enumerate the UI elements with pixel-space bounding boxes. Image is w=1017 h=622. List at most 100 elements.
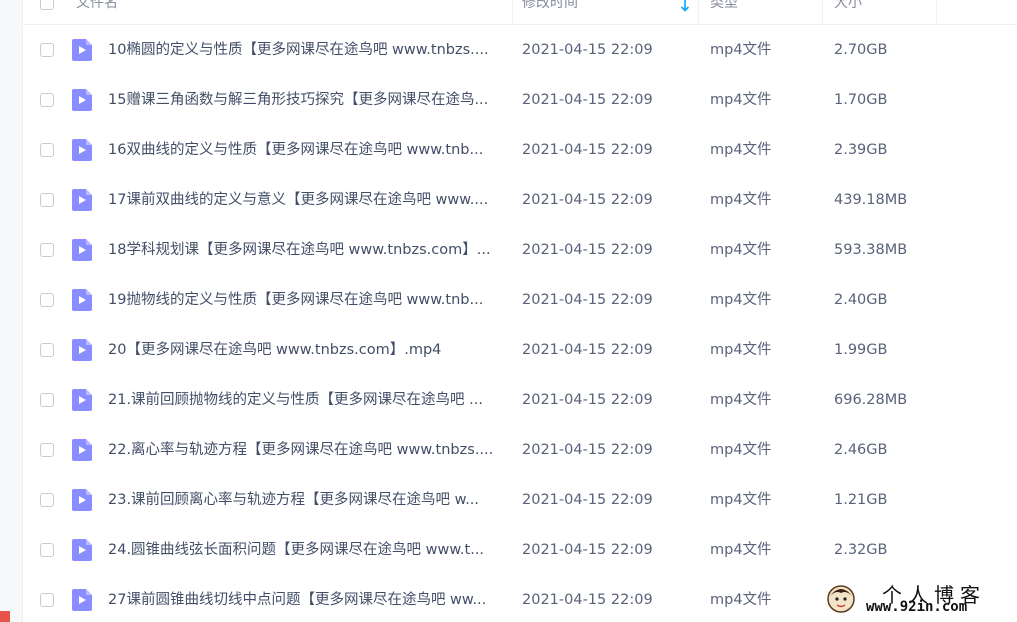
table-row[interactable]: 22.离心率与轨迹方程【更多网课尽在途鸟吧 www.tnbzs.... 2021… [22,425,1017,475]
file-size: 1.21GB [834,492,888,508]
header-name[interactable]: 文件名 [76,0,118,15]
header-size[interactable]: 大小 [834,0,862,15]
file-type: mp4文件 [710,142,772,158]
sort-desc-icon[interactable] [680,0,690,14]
header-time[interactable]: 修改时间 [522,0,578,15]
file-name[interactable]: 17课前双曲线的定义与意义【更多网课尽在途鸟吧 www.... [108,175,508,225]
left-sidebar-edge [0,0,23,622]
table-row[interactable]: 21.课前回顾抛物线的定义与性质【更多网课尽在途鸟吧 ... 2021-04-1… [22,375,1017,425]
file-type: mp4文件 [710,242,772,258]
file-type: mp4文件 [710,292,772,308]
file-size: 1.99GB [834,342,888,358]
row-checkbox[interactable] [40,143,54,157]
file-name[interactable]: 21.课前回顾抛物线的定义与性质【更多网课尽在途鸟吧 ... [108,375,508,425]
file-size: 2.40GB [834,292,888,308]
video-file-icon [72,539,92,561]
blog-watermark: 个人博客 www.92in.com [826,581,1006,619]
file-name[interactable]: 16双曲线的定义与性质【更多网课尽在途鸟吧 www.tnb... [108,125,508,175]
row-checkbox[interactable] [40,243,54,257]
table-row[interactable]: 24.圆锥曲线弦长面积问题【更多网课尽在途鸟吧 www.t... 2021-04… [22,525,1017,575]
file-size: 439.18MB [834,192,908,208]
video-file-icon [72,89,92,111]
file-modified-time: 2021-04-15 22:09 [522,442,653,458]
row-checkbox[interactable] [40,393,54,407]
file-modified-time: 2021-04-15 22:09 [522,42,653,58]
file-size: 2.32GB [834,542,888,558]
header-type[interactable]: 类型 [710,0,738,15]
row-checkbox[interactable] [40,443,54,457]
file-name[interactable]: 22.离心率与轨迹方程【更多网课尽在途鸟吧 www.tnbzs.... [108,425,508,475]
row-checkbox[interactable] [40,193,54,207]
video-file-icon [72,339,92,361]
file-type: mp4文件 [710,392,772,408]
file-modified-time: 2021-04-15 22:09 [522,592,653,608]
video-file-icon [72,139,92,161]
table-row[interactable]: 17课前双曲线的定义与意义【更多网课尽在途鸟吧 www.... 2021-04-… [22,175,1017,225]
file-type: mp4文件 [710,192,772,208]
file-name[interactable]: 19抛物线的定义与性质【更多网课尽在途鸟吧 www.tnb... [108,275,508,325]
file-modified-time: 2021-04-15 22:09 [522,242,653,258]
file-modified-time: 2021-04-15 22:09 [522,142,653,158]
video-file-icon [72,239,92,261]
file-name[interactable]: 27课前圆锥曲线切线中点问题【更多网课尽在途鸟吧 ww... [108,575,508,622]
column-separator [822,0,823,24]
row-checkbox[interactable] [40,93,54,107]
column-separator [936,0,937,24]
table-header: 文件名 修改时间 类型 大小 [22,0,1017,25]
video-file-icon [72,389,92,411]
file-type: mp4文件 [710,92,772,108]
video-file-icon [72,289,92,311]
table-row[interactable]: 19抛物线的定义与性质【更多网课尽在途鸟吧 www.tnb... 2021-04… [22,275,1017,325]
video-file-icon [72,589,92,611]
watermark-url: www.92in.com [866,599,968,615]
file-modified-time: 2021-04-15 22:09 [522,342,653,358]
row-checkbox[interactable] [40,293,54,307]
sidebar-indicator [0,611,10,622]
file-name[interactable]: 24.圆锥曲线弦长面积问题【更多网课尽在途鸟吧 www.t... [108,525,508,575]
file-size: 2.39GB [834,142,888,158]
file-name[interactable]: 15赠课三角函数与解三角形技巧探究【更多网课尽在途鸟... [108,75,508,125]
file-type: mp4文件 [710,492,772,508]
file-size: 2.70GB [834,42,888,58]
file-size: 1.70GB [834,92,888,108]
row-checkbox[interactable] [40,343,54,357]
table-row[interactable]: 15赠课三角函数与解三角形技巧探究【更多网课尽在途鸟... 2021-04-15… [22,75,1017,125]
file-size: 696.28MB [834,392,908,408]
file-modified-time: 2021-04-15 22:09 [522,492,653,508]
file-type: mp4文件 [710,42,772,58]
file-size: 593.38MB [834,242,908,258]
file-name[interactable]: 20【更多网课尽在途鸟吧 www.tnbzs.com】.mp4 [108,325,508,375]
file-modified-time: 2021-04-15 22:09 [522,192,653,208]
file-type: mp4文件 [710,342,772,358]
video-file-icon [72,439,92,461]
table-row[interactable]: 20【更多网课尽在途鸟吧 www.tnbzs.com】.mp4 2021-04-… [22,325,1017,375]
file-modified-time: 2021-04-15 22:09 [522,292,653,308]
table-row[interactable]: 18学科规划课【更多网课尽在途鸟吧 www.tnbzs.com】... 2021… [22,225,1017,275]
file-modified-time: 2021-04-15 22:09 [522,392,653,408]
file-table: 文件名 修改时间 类型 大小 10椭圆的定义与性质【更多网课尽在途鸟吧 www.… [22,0,1017,622]
file-name[interactable]: 23.课前回顾离心率与轨迹方程【更多网课尽在途鸟吧 w... [108,475,508,525]
row-checkbox[interactable] [40,43,54,57]
file-type: mp4文件 [710,542,772,558]
table-row[interactable]: 23.课前回顾离心率与轨迹方程【更多网课尽在途鸟吧 w... 2021-04-1… [22,475,1017,525]
file-type: mp4文件 [710,592,772,608]
table-row[interactable]: 10椭圆的定义与性质【更多网课尽在途鸟吧 www.tnbzs.... 2021-… [22,25,1017,75]
file-size: 2.46GB [834,442,888,458]
video-file-icon [72,489,92,511]
file-name[interactable]: 10椭圆的定义与性质【更多网课尽在途鸟吧 www.tnbzs.... [108,25,508,75]
file-name[interactable]: 18学科规划课【更多网课尽在途鸟吧 www.tnbzs.com】... [108,225,508,275]
column-separator [512,0,513,24]
video-file-icon [72,189,92,211]
column-separator [698,0,699,24]
select-all-checkbox[interactable] [40,0,54,10]
table-row[interactable]: 16双曲线的定义与性质【更多网课尽在途鸟吧 www.tnb... 2021-04… [22,125,1017,175]
file-list-page: 文件名 修改时间 类型 大小 10椭圆的定义与性质【更多网课尽在途鸟吧 www.… [0,0,1017,622]
file-modified-time: 2021-04-15 22:09 [522,92,653,108]
row-checkbox[interactable] [40,493,54,507]
file-modified-time: 2021-04-15 22:09 [522,542,653,558]
row-checkbox[interactable] [40,593,54,607]
row-checkbox[interactable] [40,543,54,557]
blog-logo-icon [827,585,855,613]
video-file-icon [72,39,92,61]
file-type: mp4文件 [710,442,772,458]
